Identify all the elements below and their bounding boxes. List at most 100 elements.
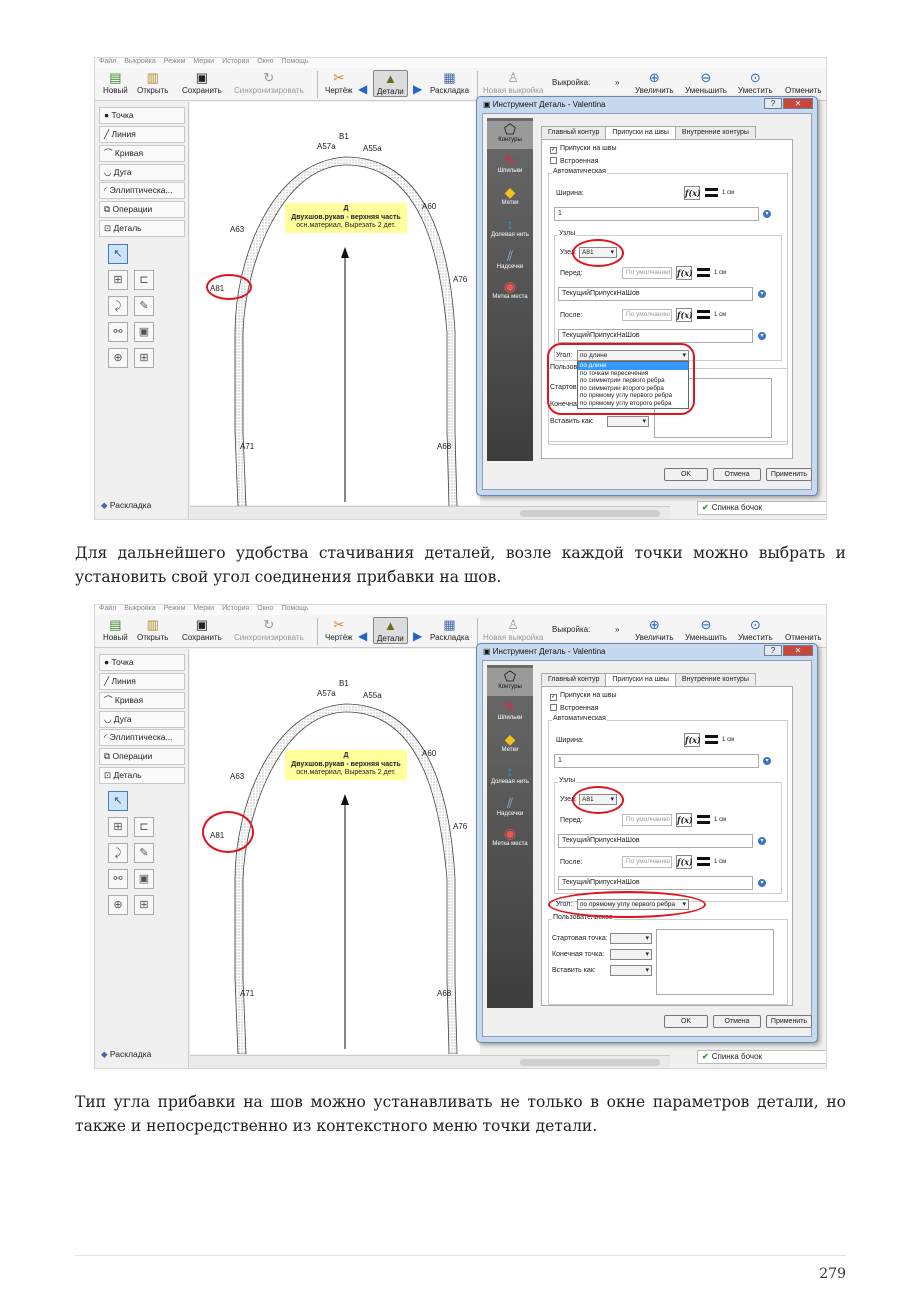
apply-button[interactable]: Применить (766, 1015, 812, 1028)
sidebar-grainline[interactable]: ↕ Долевая нить (487, 763, 533, 785)
horizontal-scrollbar[interactable] (190, 1055, 670, 1068)
seam-allowance-checkbox[interactable]: ✓ Припуски на швы (550, 692, 617, 701)
custom-list[interactable] (656, 929, 774, 995)
tool-group-operations[interactable]: ⧉ Операции (99, 201, 185, 218)
sidebar-contours[interactable]: ⬠ Контуры (487, 668, 533, 696)
sync-button[interactable]: ↻ Синхронизировать (234, 617, 304, 642)
end-point-select[interactable] (610, 949, 652, 960)
builtin-checkbox[interactable]: Встроенная (550, 704, 598, 712)
start-point-select[interactable] (610, 933, 652, 944)
path-tool[interactable]: ⤸ (108, 296, 128, 316)
sidebar-notches[interactable]: ⫽ Надсечки (487, 248, 533, 270)
sidebar-contours[interactable]: ⬠ Контуры (487, 121, 533, 149)
menu-file[interactable]: Файл (99, 605, 116, 612)
new-button[interactable]: ▤ Новый (103, 70, 128, 95)
tool-group-elliptical[interactable]: ◜ Эллиптическа... (99, 729, 185, 746)
ok-button[interactable]: OK (664, 468, 708, 481)
before-default[interactable]: По умолчанию (622, 814, 672, 826)
help-button[interactable]: ? (764, 645, 782, 656)
tool-group-arc[interactable]: ◡ Дуга (99, 711, 185, 728)
tab-main-contour[interactable]: Главный контур (541, 673, 607, 685)
pointer-tool[interactable]: ↖ (108, 244, 128, 264)
horizontal-scrollbar[interactable] (190, 506, 670, 519)
place-label-tool[interactable]: ▣ (134, 322, 154, 342)
save-button[interactable]: ▣ Сохранить (182, 617, 222, 642)
layout-button[interactable]: ▦ Раскладка (430, 70, 469, 95)
expand-icon[interactable]: ▾ (758, 290, 766, 298)
fit-button[interactable]: ⊙ Уместить (738, 617, 773, 642)
tool-group-detail[interactable]: ⊡ Деталь (99, 220, 185, 237)
before-function-button[interactable]: f(x) (676, 266, 693, 280)
function-button[interactable]: f(x) (684, 733, 701, 747)
sidebar-grainline[interactable]: ↕ Долевая нить (487, 216, 533, 238)
menu-file[interactable]: Файл (99, 58, 116, 65)
draft-button[interactable]: ✂ Чертёж (325, 617, 353, 642)
new-pattern-button[interactable]: ♙ Новая выкройка (483, 617, 543, 642)
path-tool[interactable]: ⤸ (108, 843, 128, 863)
cancel-button[interactable]: Отмена (713, 1015, 761, 1028)
menu-help[interactable]: Помощь (282, 605, 309, 612)
menu-help[interactable]: Помощь (282, 58, 309, 65)
layout-tab[interactable]: ◆ Раскладка (101, 1049, 151, 1060)
detail-list-item[interactable]: ✔ Спинка бочок (697, 1050, 826, 1064)
pointer-tool[interactable]: ↖ (108, 791, 128, 811)
link-tool[interactable]: ⚯ (108, 322, 128, 342)
tool-group-arc[interactable]: ◡ Дуга (99, 164, 185, 181)
zoom-out-button[interactable]: ⊖ Уменьшить (685, 70, 727, 95)
tool-group-line[interactable]: ╱ Линия (99, 126, 185, 143)
after-default[interactable]: По умолчанию (622, 856, 672, 868)
ok-button[interactable]: OK (664, 1015, 708, 1028)
builtin-checkbox[interactable]: Встроенная (550, 157, 598, 165)
after-input[interactable]: ТекущийПрипускНаШов (558, 876, 753, 890)
menu-window[interactable]: Окно (257, 58, 273, 65)
tool-group-point[interactable]: ● Точка (99, 107, 185, 124)
pattern-canvas[interactable]: B1 A57a A55a A60 A63 A81 A76 A71 A68 Д Д… (190, 102, 480, 507)
pattern-canvas[interactable]: B1 A57a A55a A60 A63 A81 A76 A71 A68 Д Д… (190, 649, 480, 1054)
tool-group-point[interactable]: ● Точка (99, 654, 185, 671)
menu-mode[interactable]: Режим (164, 605, 186, 612)
width-input[interactable]: 1 (554, 754, 759, 768)
after-function-button[interactable]: f(x) (676, 308, 693, 322)
before-default[interactable]: По умолчанию (622, 267, 672, 279)
cancel-button[interactable]: Отмена (713, 468, 761, 481)
tool-group-operations[interactable]: ⧉ Операции (99, 748, 185, 765)
tool-group-detail[interactable]: ⊡ Деталь (99, 767, 185, 784)
zoom-in-button[interactable]: ⊕ Увеличить (635, 70, 674, 95)
sidebar-pins[interactable]: ✎ Шпильки (487, 152, 533, 174)
overflow-icon[interactable]: » (615, 78, 619, 87)
before-input[interactable]: ТекущийПрипускНаШов (558, 834, 753, 848)
help-button[interactable]: ? (764, 98, 782, 109)
close-button[interactable]: ✕ (783, 645, 813, 656)
crosshair-tool[interactable]: ⊕ (108, 348, 128, 368)
union-tool[interactable]: ⊏ (134, 817, 154, 837)
after-function-button[interactable]: f(x) (676, 855, 693, 869)
link-tool[interactable]: ⚯ (108, 869, 128, 889)
expand-icon[interactable]: ▾ (758, 879, 766, 887)
tool-group-elliptical[interactable]: ◜ Эллиптическа... (99, 182, 185, 199)
zoom-in-button[interactable]: ⊕ Увеличить (635, 617, 674, 642)
new-detail-tool[interactable]: ⊞ (108, 270, 128, 290)
sidebar-place-label[interactable]: ◉ Метка места (487, 825, 533, 847)
menu-measurements[interactable]: Мерки (193, 605, 214, 612)
before-function-button[interactable]: f(x) (676, 813, 693, 827)
sidebar-place-label[interactable]: ◉ Метка места (487, 278, 533, 300)
detail-list-item[interactable]: ✔ Спинка бочок (697, 501, 826, 515)
place-label-tool[interactable]: ▣ (134, 869, 154, 889)
overflow-icon[interactable]: » (615, 625, 619, 634)
save-button[interactable]: ▣ Сохранить (182, 70, 222, 95)
expand-icon[interactable]: ▾ (758, 332, 766, 340)
before-input[interactable]: ТекущийПрипускНаШов (558, 287, 753, 301)
tab-internal-paths[interactable]: Внутренние контуры (674, 673, 756, 685)
menu-history[interactable]: История (222, 58, 249, 65)
pin-tool[interactable]: ✎ (134, 296, 154, 316)
after-default[interactable]: По умолчанию (622, 309, 672, 321)
new-detail-tool[interactable]: ⊞ (108, 817, 128, 837)
details-button[interactable]: ▲ Детали (373, 70, 408, 97)
details-button[interactable]: ▲ Детали (373, 617, 408, 644)
layout-button[interactable]: ▦ Раскладка (430, 617, 469, 642)
tab-internal-paths[interactable]: Внутренние контуры (674, 126, 756, 138)
duplicate-tool[interactable]: ⊞ (134, 895, 154, 915)
fit-button[interactable]: ⊙ Уместить (738, 70, 773, 95)
zoom-out-button[interactable]: ⊖ Уменьшить (685, 617, 727, 642)
after-input[interactable]: ТекущийПрипускНаШов (558, 329, 753, 343)
